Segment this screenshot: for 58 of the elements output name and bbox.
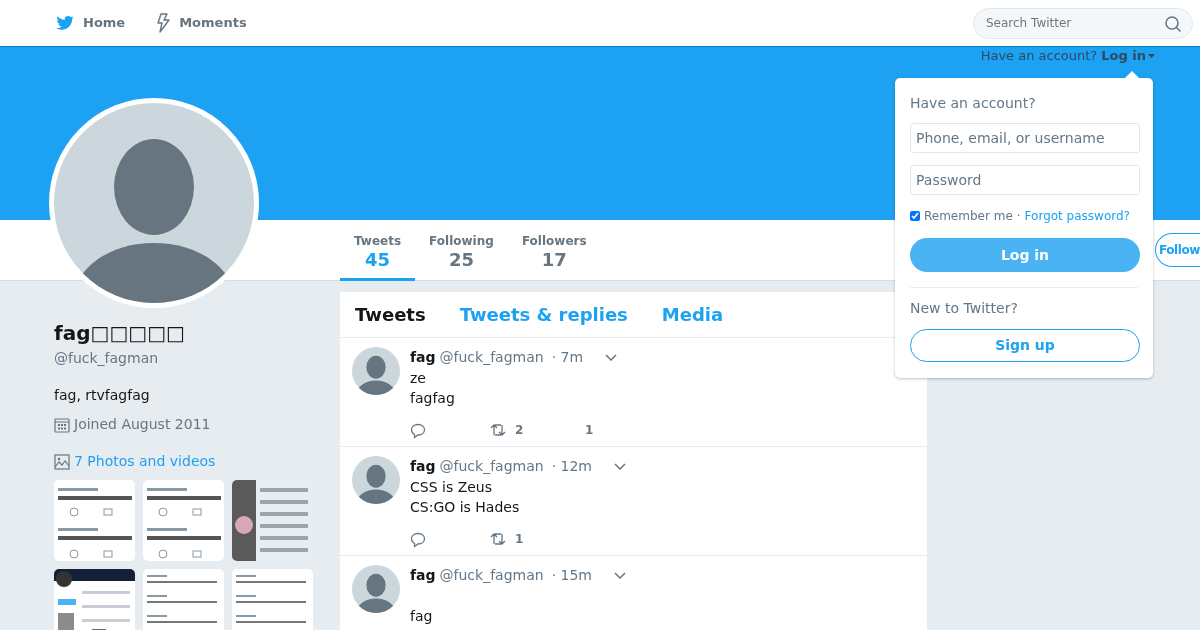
photos-link[interactable]: 7 Photos and videos — [54, 451, 314, 472]
calendar-icon — [54, 416, 70, 433]
tweet-time: · 7m — [551, 348, 584, 367]
search-icon — [1165, 15, 1181, 32]
reply-icon — [410, 531, 426, 548]
tweet-text: CSS is Zeus CS:GO is Hades — [410, 478, 521, 517]
tweet-text: fag — [410, 607, 434, 626]
search-field[interactable]: Search Twitter — [973, 7, 1193, 39]
joined-date: Joined August 2011 — [74, 415, 211, 434]
retweet-icon — [490, 422, 507, 438]
profile-name: fag□□□□□ — [54, 320, 186, 347]
tweet-text: ze fagfag — [410, 369, 456, 408]
caret-icon — [1148, 53, 1155, 58]
login-button[interactable]: Log in — [910, 238, 1140, 272]
signup-prompt: New to Twitter? — [910, 299, 1019, 318]
stat-tab[interactable]: Tweets 45 — [340, 220, 416, 281]
login-link[interactable]: Log in — [1101, 46, 1155, 66]
forgot-password-link[interactable]: Forgot password? — [1024, 207, 1130, 225]
chevron-icon — [605, 354, 618, 361]
chevron-icon — [614, 463, 626, 470]
avatar-icon — [352, 565, 400, 613]
timeline-tab[interactable]: Tweets & replies — [459, 301, 628, 328]
profile-handle: @fuck_fagman — [54, 349, 160, 368]
like-count: 1 — [585, 422, 594, 439]
tweet-time: · 15m — [551, 566, 592, 585]
signup-button[interactable]: Sign up — [910, 329, 1140, 362]
tweet-time: · 12m — [551, 457, 592, 476]
dropdown-title: Have an account? — [910, 94, 1037, 113]
username-field[interactable]: Phone, email, or username — [910, 123, 1140, 153]
separator-dot: · — [1016, 208, 1021, 225]
tweet-author: fag — [410, 348, 436, 367]
tweet-handle: @fuck_fagman — [439, 566, 544, 585]
stat-tab[interactable]: Followers 17 — [507, 220, 601, 281]
tweet-author: fag — [410, 566, 436, 585]
timeline-tab[interactable]: Tweets — [355, 301, 426, 328]
password-field[interactable]: Password — [910, 165, 1140, 195]
stat-tab[interactable]: Following 25 — [415, 220, 508, 281]
login-prompt: Have an account? — [980, 47, 1098, 65]
bird-icon — [55, 13, 75, 33]
tweet-handle: @fuck_fagman — [439, 348, 544, 367]
image-icon — [54, 453, 70, 470]
remember-checkbox[interactable] — [910, 211, 920, 221]
retweet-count: 2 — [515, 422, 524, 439]
nav-link[interactable]: Moments — [155, 13, 247, 33]
retweet-icon — [490, 531, 507, 547]
lightning-icon — [155, 13, 172, 33]
remember-label: Remember me — [924, 208, 1013, 225]
timeline-tab[interactable]: Media — [661, 301, 724, 328]
avatar-icon — [352, 456, 400, 504]
profile-bio: fag, rtvfagfag — [54, 386, 151, 405]
avatar-icon — [352, 347, 400, 395]
tweet-handle: @fuck_fagman — [439, 457, 544, 476]
nav-link[interactable]: Home — [55, 13, 126, 33]
reply-icon — [410, 422, 426, 439]
chevron-icon — [614, 572, 626, 579]
follow-button[interactable]: Follow — [1154, 233, 1200, 267]
retweet-count: 1 — [515, 531, 524, 548]
tweet-author: fag — [410, 457, 436, 476]
